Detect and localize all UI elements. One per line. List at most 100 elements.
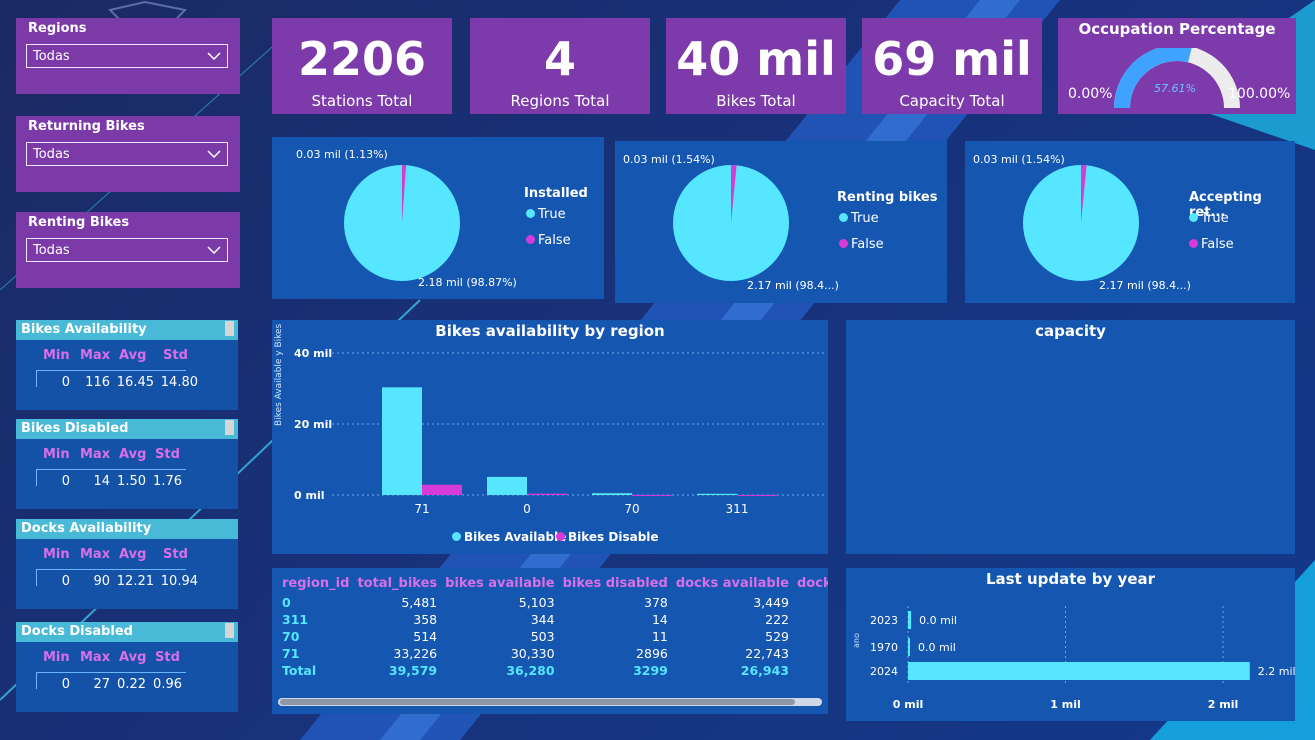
column-header-3[interactable]: bikes disabled [559,572,672,594]
bar-legend-disabled[interactable]: Bikes Disable [556,530,659,544]
val-avg: 12.21 [116,574,154,589]
table-row: 70 514 503 11 529 [278,628,828,645]
col-max: Max [80,547,111,562]
kpi-label: Regions Total [510,92,610,110]
col-avg: Avg [119,650,147,665]
table-cell: 514 [413,629,438,644]
legend-item-false[interactable]: False [1189,237,1234,252]
table-cell: 358 [413,612,438,627]
stats-title: Docks Disabled [21,624,133,639]
stats-title: Bikes Disabled [21,421,129,436]
renting-bikes-slicer: Renting Bikes Todas [16,212,240,288]
y-tick-label: 2023 [870,614,898,627]
col-min: Min [43,650,70,665]
val-min: 0 [61,677,70,692]
region-data-table: region_id total_bikes bikes available bikes… [272,568,828,714]
renting-bikes-dropdown[interactable]: Todas [26,238,228,262]
table-cell: 0 [282,595,291,610]
kpi-label: Stations Total [311,92,413,110]
capacity-panel: capacity [846,320,1295,554]
table-cell: 11 [651,629,668,644]
val-max: 14 [93,474,110,489]
table-cell: 3299 [633,663,668,678]
returning-bikes-slicer: Returning Bikes Todas [16,116,240,192]
col-avg: Avg [119,348,147,363]
bikes-availability-chart-panel: Bikes availability by region Bikes Avail… [272,320,828,554]
year-bar-1970 [908,638,910,656]
legend-item-true[interactable]: True [1189,211,1229,226]
scrollbar[interactable] [225,623,234,638]
table-cell: 529 [765,629,789,644]
bikes-availability-bar-chart: Bikes Available y Bikes Dis... 40 mil 20 … [274,320,824,516]
legend-item-true[interactable]: True [526,207,566,222]
bar-available-71 [382,387,422,495]
scrollbar[interactable] [225,420,234,435]
val-min: 0 [61,474,70,489]
last-update-panel: Last update by year ano 0 mil 1 mil 2 mil 2… [846,568,1295,721]
col-min: Min [43,348,70,363]
table-cell: 2896 [636,646,668,661]
x-tick-label: 0 mil [893,698,924,711]
x-tick-label: 2 mil [1208,698,1239,711]
table-cell: 22,743 [745,646,789,661]
occupation-gauge-card: Occupation Percentage 57.61% 0.00% 100.0… [1058,18,1296,114]
column-header-4[interactable]: docks available [672,572,793,594]
table-cell: 26,943 [740,663,789,678]
kpi-card-bikes: 40 mil Bikes Total [666,18,846,114]
val-std: 0.96 [153,677,182,692]
bar-disabled-0 [527,493,567,495]
slicer-label: Regions [28,21,87,36]
val-max: 90 [93,574,110,589]
data-label: 0.0 mil [919,614,957,627]
bar-disabled-70 [632,494,672,496]
legend-item-false[interactable]: False [526,233,571,248]
y-axis-label: Bikes Available y Bikes Dis... [274,320,284,426]
legend-item-true[interactable]: True [839,211,879,226]
horizontal-scrollbar[interactable] [278,698,822,706]
col-max: Max [80,348,111,363]
gauge-title: Occupation Percentage [1078,20,1276,38]
col-avg: Avg [119,547,147,562]
y-tick-label: 0 mil [294,489,325,502]
col-std: Std [155,447,180,462]
returning-bikes-dropdown[interactable]: Todas [26,142,228,166]
table-cell: 311 [282,612,309,627]
pie-big-label: 2.17 mil (98.4...) [747,279,839,292]
pie-legend-title: Installed [524,186,588,201]
column-header-0[interactable]: region_id [278,572,353,594]
table-cell: 5,481 [401,595,438,610]
table-row: 71 33,226 30,330 2896 22,743 [278,645,828,662]
scrollbar-thumb[interactable] [280,699,795,705]
pie-small-label: 0.03 mil (1.13%) [296,148,388,161]
kpi-value: 2206 [297,32,427,86]
gauge-max: 100.00% [1228,86,1291,102]
installed-pie-chart [344,165,460,281]
column-header-2[interactable]: bikes available [441,572,558,594]
stats-bikes-availability: Bikes Availability Min Max Avg Std 0 116… [16,320,238,410]
kpi-value: 40 mil [676,32,836,86]
table-cell: 503 [530,629,555,644]
gauge-value: 57.61% [1154,82,1196,95]
stats-bikes-disabled: Bikes Disabled Min Max Avg Std 0 14 1.50… [16,419,238,509]
legend-item-false[interactable]: False [839,237,884,252]
scrollbar[interactable] [225,321,234,336]
table-cell: 14 [651,612,668,627]
pie-panel-installed: 0.03 mil (1.13%) 2.18 mil (98.87%) Insta… [272,137,604,299]
column-header-1[interactable]: total_bikes [353,572,441,594]
regions-dropdown[interactable]: Todas [26,44,228,68]
col-std: Std [155,650,180,665]
bar-disabled-71 [422,484,462,495]
table-cell: 378 [644,595,668,610]
table-cell: Total [282,663,317,678]
pie-panel-accepting: 0.03 mil (1.54%) 2.17 mil (98.4...) Acce… [965,141,1295,303]
bar-legend-available[interactable]: Bikes Available [452,530,566,544]
last-update-bar-chart: ano 0 mil 1 mil 2 mil 2023 0.0 mil 1970 0.0 mi… [852,606,1295,711]
val-avg: 0.22 [117,677,146,692]
data-label: 2.2 mil [1258,665,1295,678]
col-std: Std [163,547,188,562]
column-header-5[interactable]: docks disab [793,572,828,594]
kpi-card-stations: 2206 Stations Total [272,18,452,114]
stats-title: Docks Availability [21,521,152,536]
x-tick-label: 0 [523,502,531,516]
kpi-card-capacity: 69 mil Capacity Total [862,18,1042,114]
